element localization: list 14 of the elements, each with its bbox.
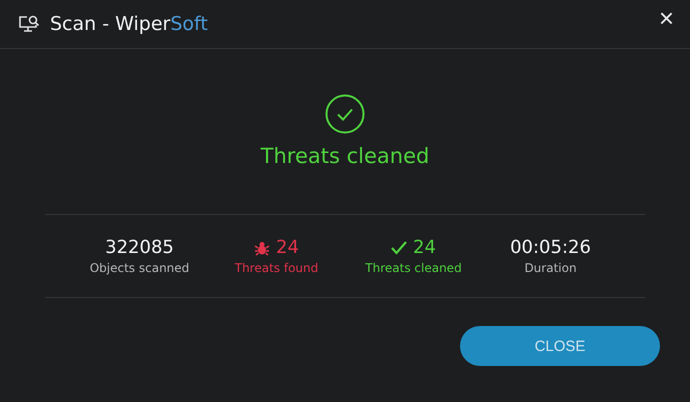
- check-icon: [391, 240, 408, 254]
- stat-number: 24: [276, 237, 299, 258]
- stat-number: 24: [413, 237, 436, 258]
- stat-label: Objects scanned: [90, 261, 190, 275]
- stat-number: 322085: [105, 237, 174, 258]
- result-message: Threats cleaned: [260, 144, 430, 168]
- stat-number: 00:05:26: [510, 237, 591, 258]
- monitor-search-icon: [18, 15, 40, 33]
- close-button[interactable]: ×: [654, 5, 678, 31]
- window-title: Scan - WiperSoft: [50, 13, 209, 35]
- stat-label: Threats cleaned: [365, 261, 462, 275]
- bug-icon: [254, 240, 270, 256]
- stat-label: Threats found: [234, 261, 318, 275]
- stat-label: Duration: [524, 261, 577, 275]
